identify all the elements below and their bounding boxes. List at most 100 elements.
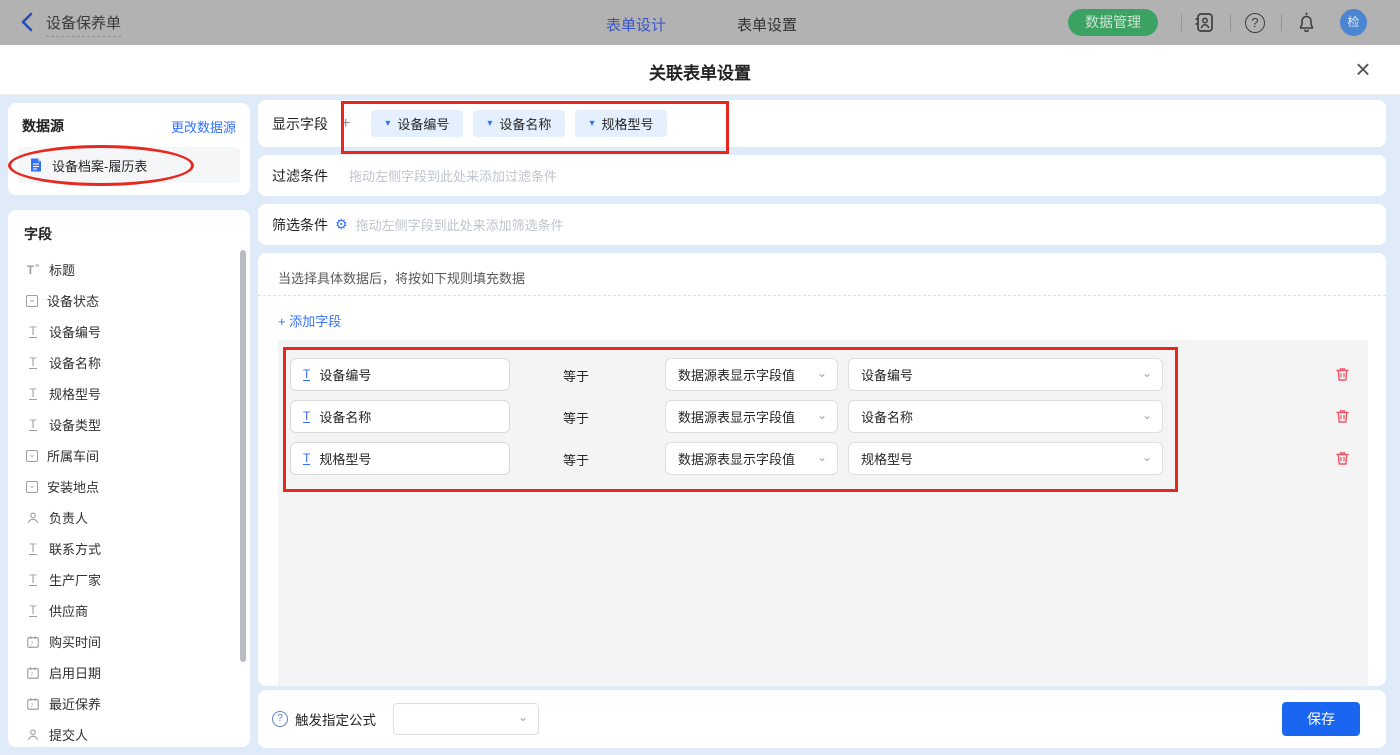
text-field-icon xyxy=(303,411,310,423)
rule-row: 规格型号 等于 数据源表显示字段值 规格型号 xyxy=(278,442,1368,475)
chevron-down-icon xyxy=(817,369,827,377)
field-item[interactable]: 安装地点 xyxy=(8,471,250,502)
field-item[interactable]: 负责人 xyxy=(8,502,250,533)
back-icon[interactable] xyxy=(18,11,38,33)
fill-rules-card: 当选择具体数据后，将按如下规则填充数据 + 添加字段 设备编号 等于 数据源表显… xyxy=(258,253,1386,686)
rule-value-select[interactable]: 规格型号 xyxy=(848,442,1163,475)
bell-icon[interactable] xyxy=(1295,11,1318,34)
field-item-label: 设备状态 xyxy=(47,291,99,310)
rule-field-chip[interactable]: 设备名称 xyxy=(290,400,510,433)
rule-operator: 等于 xyxy=(563,366,589,385)
modal-title: 关联表单设置 xyxy=(0,59,1400,84)
tag-label: 设备编号 xyxy=(397,114,449,133)
topbar: 设备保养单 表单设计 表单设置 数据管理 检 xyxy=(0,0,1400,45)
field-item[interactable]: 设备编号 xyxy=(8,316,250,347)
select-value: 数据源表显示字段值 xyxy=(678,365,795,384)
datasource-selected-item[interactable]: 设备档案-履历表 xyxy=(18,147,240,183)
datasource-title: 数据源 xyxy=(22,116,64,136)
field-item-label: 设备类型 xyxy=(49,415,101,434)
field-item[interactable]: 设备名称 xyxy=(8,347,250,378)
field-item[interactable]: 7 最近保养 xyxy=(8,688,250,719)
rule-source-select[interactable]: 数据源表显示字段值 xyxy=(665,400,838,433)
close-icon[interactable] xyxy=(1350,56,1376,82)
data-manage-button[interactable]: 数据管理 xyxy=(1068,9,1158,36)
display-fields-row: 显示字段 设备编号 设备名称 规格型号 xyxy=(258,100,1386,147)
filter-row[interactable]: 过滤条件 拖动左侧字段到此处来添加过滤条件 xyxy=(258,155,1386,196)
fields-list: 标题 设备状态 设备编号 设备名称 规格型号 设备类型 所属车间 安装地点 负责… xyxy=(8,254,250,750)
field-item-label: 负责人 xyxy=(49,508,88,527)
field-item[interactable]: 7启用日期 xyxy=(8,657,250,688)
formula-help-icon[interactable] xyxy=(272,711,288,727)
fill-rules-hint: 当选择具体数据后，将按如下规则填充数据 xyxy=(278,268,525,287)
field-item[interactable]: 所属车间 xyxy=(8,440,250,471)
text-field-icon xyxy=(303,369,310,381)
field-item[interactable]: 设备类型 xyxy=(8,409,250,440)
screen-placeholder: 拖动左侧字段到此处来添加筛选条件 xyxy=(356,215,564,234)
rule-row: 设备名称 等于 数据源表显示字段值 设备名称 xyxy=(278,400,1368,433)
field-item[interactable]: 生产厂家 xyxy=(8,564,250,595)
rule-operator: 等于 xyxy=(563,450,589,469)
trash-icon[interactable] xyxy=(1334,450,1351,467)
text-field-icon xyxy=(26,573,40,587)
rules-area: 设备编号 等于 数据源表显示字段值 设备编号 设备名称 等于 数据源表显示字段值… xyxy=(278,340,1368,686)
date-field-icon: 7 xyxy=(26,666,40,680)
tag-label: 规格型号 xyxy=(601,114,653,133)
fields-scrollbar[interactable] xyxy=(240,250,246,662)
add-field-link[interactable]: + 添加字段 xyxy=(278,311,341,330)
avatar[interactable]: 检 xyxy=(1340,9,1367,36)
contacts-icon[interactable] xyxy=(1193,11,1216,34)
field-item[interactable]: 规格型号 xyxy=(8,378,250,409)
svg-text:7: 7 xyxy=(30,672,33,678)
change-datasource-link[interactable]: 更改数据源 xyxy=(171,117,236,136)
field-item[interactable]: 7 购买时间 xyxy=(8,626,250,657)
person-field-icon xyxy=(26,511,40,525)
tab-form-settings[interactable]: 表单设置 xyxy=(737,14,797,35)
select-value: 设备名称 xyxy=(861,407,913,426)
rule-source-select[interactable]: 数据源表显示字段值 xyxy=(665,442,838,475)
display-fields-label: 显示字段 xyxy=(272,114,328,134)
field-item-label: 最近保养 xyxy=(49,694,101,713)
field-item-label: 标题 xyxy=(49,260,75,279)
display-field-tag[interactable]: 设备名称 xyxy=(473,110,565,137)
tab-form-design[interactable]: 表单设计 xyxy=(606,14,666,35)
screen-row[interactable]: 筛选条件 拖动左侧字段到此处来添加筛选条件 xyxy=(258,204,1386,245)
filter-placeholder: 拖动左侧字段到此处来添加过滤条件 xyxy=(349,166,557,185)
datasource-panel: 数据源 更改数据源 设备档案-履历表 xyxy=(8,103,250,195)
formula-select[interactable] xyxy=(393,703,539,735)
rule-source-select[interactable]: 数据源表显示字段值 xyxy=(665,358,838,391)
chevron-down-icon xyxy=(817,453,827,461)
field-item-label: 供应商 xyxy=(49,601,88,620)
field-item[interactable]: 供应商 xyxy=(8,595,250,626)
display-field-tag[interactable]: 规格型号 xyxy=(575,110,667,137)
filter-label: 过滤条件 xyxy=(272,166,328,186)
save-button[interactable]: 保存 xyxy=(1282,702,1360,736)
chevron-down-icon xyxy=(385,119,390,129)
select-value: 设备编号 xyxy=(861,365,913,384)
field-item[interactable]: 设备状态 xyxy=(8,285,250,316)
help-icon[interactable] xyxy=(1245,13,1265,33)
rule-field-chip[interactable]: 设备编号 xyxy=(290,358,510,391)
trash-icon[interactable] xyxy=(1334,408,1351,425)
svg-text:7: 7 xyxy=(30,703,33,709)
svg-text:7: 7 xyxy=(30,641,33,647)
add-display-field-icon[interactable] xyxy=(341,115,350,133)
field-item-label: 购买时间 xyxy=(49,632,101,651)
divider xyxy=(1181,14,1182,31)
rule-value-select[interactable]: 设备名称 xyxy=(848,400,1163,433)
form-title[interactable]: 设备保养单 xyxy=(46,12,121,37)
field-item[interactable]: 标题 xyxy=(8,254,250,285)
field-item[interactable]: 提交人 xyxy=(8,719,250,750)
gear-icon[interactable] xyxy=(335,216,348,233)
rule-field-chip[interactable]: 规格型号 xyxy=(290,442,510,475)
display-field-tag[interactable]: 设备编号 xyxy=(371,110,463,137)
trash-icon[interactable] xyxy=(1334,366,1351,383)
date-field-icon: 7 xyxy=(26,697,40,711)
rule-value-select[interactable]: 设备编号 xyxy=(848,358,1163,391)
rule-row: 设备编号 等于 数据源表显示字段值 设备编号 xyxy=(278,358,1368,391)
select-field-icon xyxy=(26,481,38,493)
field-item-label: 规格型号 xyxy=(49,384,101,403)
select-field-icon xyxy=(26,450,38,462)
field-item[interactable]: 联系方式 xyxy=(8,533,250,564)
screen-label: 筛选条件 xyxy=(272,215,328,235)
divider xyxy=(1230,14,1231,31)
